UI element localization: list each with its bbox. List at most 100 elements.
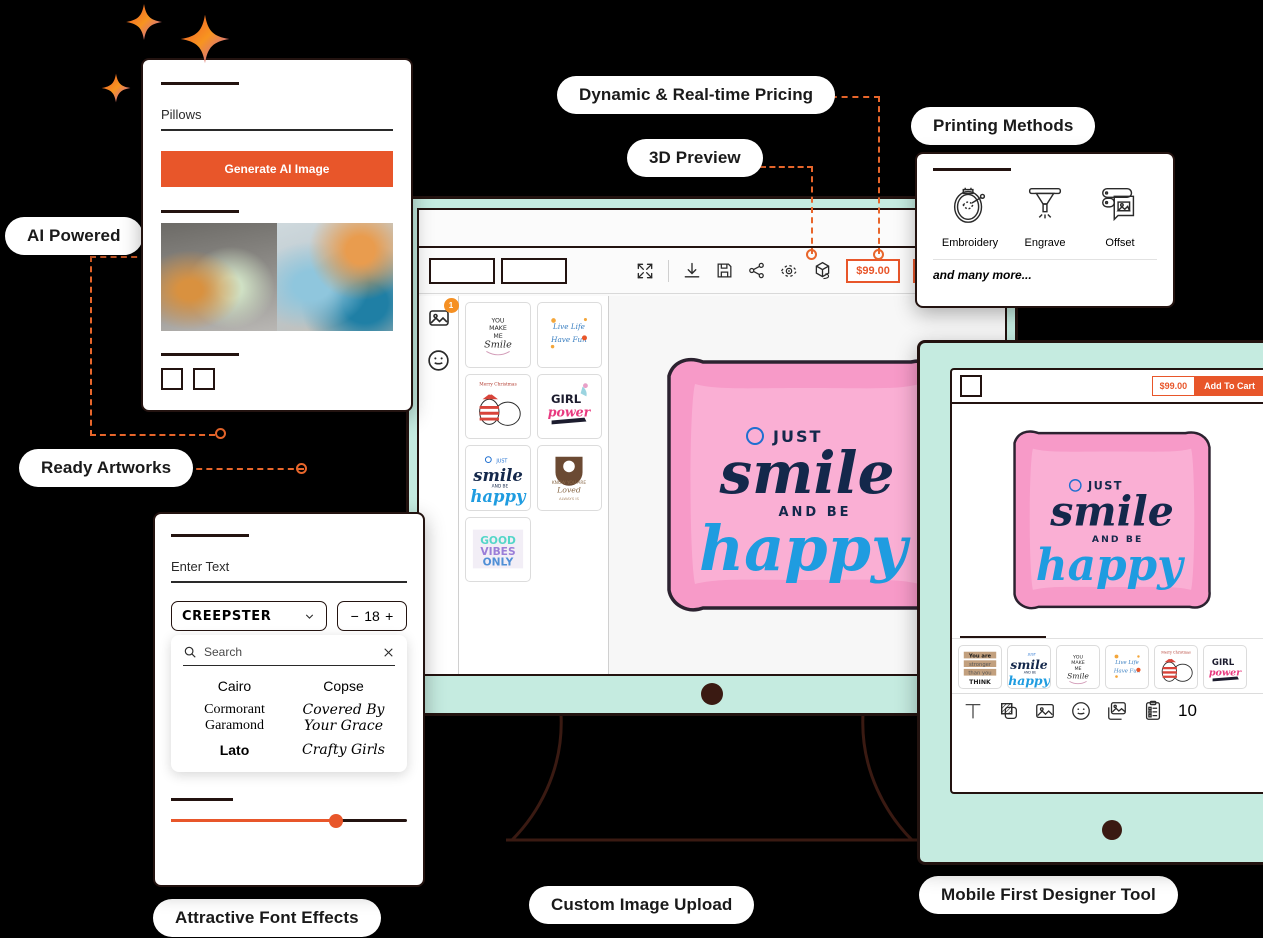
- embroidery-hoop-icon: [953, 187, 986, 223]
- product-input[interactable]: Pillows: [161, 107, 393, 131]
- ai-result-image[interactable]: [277, 223, 393, 331]
- font-option[interactable]: Lato: [183, 742, 286, 758]
- image-icon[interactable]: 1: [425, 298, 459, 332]
- mobile-menu-box[interactable]: [960, 375, 982, 397]
- svg-text:You are: You are: [968, 653, 992, 659]
- save-icon[interactable]: [715, 261, 734, 280]
- font-option[interactable]: Cormorant Garamond: [183, 702, 286, 734]
- mobile-artwork-thumb[interactable]: YOU MAKE ME Smile: [1056, 645, 1100, 689]
- generate-ai-image-button[interactable]: Generate AI Image: [161, 151, 393, 187]
- callout-attractive-font-effects[interactable]: Attractive Font Effects: [153, 899, 381, 937]
- svg-text:THINK: THINK: [969, 679, 991, 686]
- download-icon[interactable]: [682, 261, 702, 281]
- clipboard-icon[interactable]: [1142, 700, 1164, 722]
- font-size-increase[interactable]: +: [385, 608, 393, 624]
- cube-3d-icon[interactable]: [812, 260, 833, 281]
- font-option[interactable]: Covered By Your Grace: [292, 702, 395, 734]
- font-search-input[interactable]: Search: [183, 645, 395, 666]
- fullscreen-icon[interactable]: [635, 261, 655, 281]
- color-slider[interactable]: [171, 813, 407, 828]
- landing-illustration: $99.00 Add To Cart 1: [0, 0, 1263, 938]
- printing-method-label: Engrave: [1024, 237, 1066, 249]
- swatch-box[interactable]: [161, 368, 183, 390]
- preview-eye-icon[interactable]: [779, 261, 799, 281]
- swatch-box[interactable]: [193, 368, 215, 390]
- color-slider-knob[interactable]: [329, 813, 344, 828]
- artwork-thumb[interactable]: JUST smile AND BE happy: [465, 445, 531, 511]
- artwork-thumb[interactable]: YOU MAKE ME Smile: [465, 302, 531, 368]
- emoji-icon[interactable]: [1070, 700, 1092, 722]
- mobile-artwork-thumb[interactable]: JUST smile AND BE happy: [1007, 645, 1051, 689]
- svg-text:Live Life: Live Life: [1114, 660, 1138, 666]
- font-family-select[interactable]: CREEPSTER: [171, 601, 327, 631]
- share-icon[interactable]: [747, 261, 766, 280]
- mobile-artwork-strip[interactable]: You are stronger than you THINK JUST smi…: [952, 638, 1263, 693]
- mobile-toolbar: 10: [952, 693, 1263, 728]
- gallery-icon[interactable]: [1106, 700, 1128, 722]
- font-size-value: 18: [364, 608, 380, 624]
- panel-rule: [161, 210, 239, 213]
- shapes-icon[interactable]: [998, 700, 1020, 722]
- layer-count: 10: [1178, 701, 1197, 720]
- printing-method-engrave[interactable]: Engrave: [1008, 181, 1082, 249]
- mobile-artwork-thumb[interactable]: Merry Christmas: [1154, 645, 1198, 689]
- emoji-icon[interactable]: [425, 346, 453, 374]
- font-option[interactable]: Cairo: [183, 678, 286, 694]
- engrave-laser-icon: [1028, 187, 1062, 219]
- enter-text-input[interactable]: Enter Text: [171, 559, 407, 583]
- callout-ready-artworks[interactable]: Ready Artworks: [19, 449, 194, 487]
- mobile-artwork-thumb[interactable]: You are stronger than you THINK: [958, 645, 1002, 689]
- close-icon[interactable]: [382, 646, 395, 659]
- font-option[interactable]: Copse: [292, 678, 395, 694]
- svg-text:Smile: Smile: [1067, 671, 1089, 680]
- svg-text:power: power: [548, 405, 592, 420]
- svg-text:YOU: YOU: [490, 317, 504, 324]
- font-option[interactable]: Crafty Girls: [292, 742, 395, 758]
- image-icon[interactable]: [1034, 700, 1056, 722]
- search-icon: [184, 646, 196, 658]
- callout-3d-preview[interactable]: 3D Preview: [627, 139, 763, 177]
- artwork-thumb[interactable]: Live Life Have Fun: [536, 302, 602, 368]
- connector-3d: [811, 166, 813, 254]
- printing-method-offset[interactable]: Offset: [1083, 181, 1157, 249]
- tool-rail: 1: [419, 296, 459, 674]
- offset-press-icon: [1102, 187, 1135, 222]
- mobile-artwork-thumb[interactable]: Live Life Have Fun: [1105, 645, 1149, 689]
- svg-text:Have Fun: Have Fun: [550, 335, 587, 344]
- callout-custom-image-upload[interactable]: Custom Image Upload: [529, 886, 755, 924]
- artwork-thumb[interactable]: Merry Christmas: [465, 373, 531, 439]
- printing-method-label: Offset: [1105, 237, 1135, 249]
- printing-method-embroidery[interactable]: Embroidery: [933, 181, 1007, 249]
- connector-ready: [90, 434, 215, 436]
- mobile-artwork-thumb[interactable]: GIRL power: [1203, 645, 1247, 689]
- mobile-add-to-cart-button[interactable]: Add To Cart: [1195, 376, 1263, 396]
- color-slider-fill: [171, 819, 341, 823]
- svg-text:than you: than you: [968, 671, 991, 677]
- panel-rule: [933, 168, 1011, 171]
- svg-text:Loved: Loved: [556, 485, 581, 494]
- callout-printing-methods[interactable]: Printing Methods: [911, 107, 1096, 145]
- sparkle-icon: [101, 73, 131, 103]
- toolbar-box-2[interactable]: [501, 257, 567, 284]
- artwork-thumb[interactable]: GOOD VIBES ONLY: [465, 516, 531, 582]
- panel-rule: [171, 798, 233, 802]
- callout-mobile-first[interactable]: Mobile First Designer Tool: [919, 876, 1178, 914]
- toolbar-box-1[interactable]: [429, 257, 495, 284]
- connector-ready2: [186, 468, 304, 470]
- artwork-thumb[interactable]: GIRL power: [536, 373, 602, 439]
- connector-node: [215, 428, 226, 439]
- artwork-thumb[interactable]: KNOW YOU ARE Loved ALWAYS IS: [536, 445, 602, 511]
- font-size-stepper[interactable]: − 18 +: [337, 601, 407, 631]
- price-chip: $99.00: [846, 258, 900, 283]
- text-icon[interactable]: [962, 700, 984, 722]
- font-size-decrease[interactable]: −: [351, 608, 359, 624]
- font-options-grid: Cairo Copse Cormorant Garamond Covered B…: [183, 678, 395, 758]
- connector-node: [296, 463, 307, 474]
- mobile-header: $99.00 Add To Cart: [952, 370, 1263, 404]
- callout-ai-powered[interactable]: AI Powered: [5, 217, 143, 255]
- ai-results-gallery[interactable]: [161, 223, 393, 331]
- svg-text:JUST: JUST: [495, 458, 507, 464]
- ai-result-image[interactable]: [161, 223, 277, 331]
- mobile-design-canvas[interactable]: JUST smile AND BE happy: [952, 404, 1263, 636]
- callout-dynamic-pricing[interactable]: Dynamic & Real-time Pricing: [557, 76, 836, 114]
